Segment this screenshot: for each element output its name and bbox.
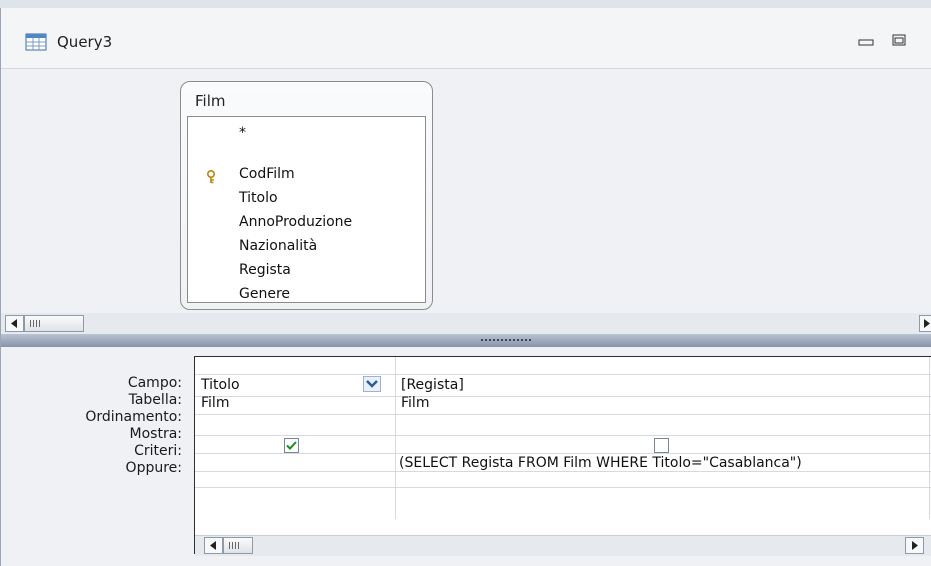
column1-campo[interactable]: Titolo — [201, 377, 240, 393]
check-icon — [286, 441, 297, 450]
grid-horizontal-scrollbar[interactable] — [195, 535, 931, 556]
maximize-icon[interactable] — [889, 32, 909, 48]
scroll-left-button[interactable] — [204, 537, 223, 554]
scroll-left-button[interactable] — [5, 315, 24, 332]
row-label-criteri: Criteri: — [134, 443, 182, 459]
row-label-mostra: Mostra: — [129, 426, 182, 442]
grid-divider — [195, 453, 931, 454]
grip-icon — [30, 320, 40, 327]
grid-divider — [195, 435, 931, 436]
scroll-thumb[interactable] — [223, 537, 253, 554]
minimize-icon[interactable] — [856, 32, 876, 48]
grid-divider — [195, 487, 931, 488]
window-title-bar[interactable]: Query3 — [1, 8, 931, 68]
film-table-box[interactable]: Film * CodFilm Titolo AnnoProduzione Naz… — [180, 81, 433, 310]
field-list-item[interactable]: Nazionalità — [239, 238, 317, 254]
grid-divider — [195, 396, 931, 397]
field-list-item[interactable]: Titolo — [239, 190, 278, 206]
grip-icon — [229, 542, 239, 549]
grid-divider — [195, 381, 931, 382]
column-divider — [929, 357, 930, 519]
primary-key-icon — [207, 170, 215, 184]
scroll-thumb[interactable] — [24, 315, 84, 332]
arrow-right-icon — [924, 319, 930, 328]
query-window: Query3 Film * CodFilm Titolo AnnoProduzi — [0, 8, 931, 566]
column2-tabella[interactable]: Film — [401, 395, 429, 411]
field-list[interactable]: * CodFilm Titolo AnnoProduzione Nazional… — [187, 116, 426, 303]
upper-horizontal-scrollbar[interactable] — [1, 313, 931, 334]
row-label-campo: Campo: — [127, 375, 182, 391]
table-design-pane[interactable]: Film * CodFilm Titolo AnnoProduzione Naz… — [1, 68, 931, 314]
grid-divider — [195, 471, 931, 472]
column1-tabella[interactable]: Film — [201, 395, 229, 411]
field-list-item[interactable]: Genere — [239, 286, 290, 302]
query-datasheet-icon — [25, 33, 47, 51]
table-name[interactable]: Film — [195, 92, 225, 110]
column2-criteri[interactable]: (SELECT Regista FROM Film WHERE Titolo="… — [399, 455, 802, 471]
column1-mostra-checkbox[interactable] — [284, 438, 299, 453]
query-grid-pane: Campo: Tabella: Ordinamento: Mostra: Cri… — [1, 347, 931, 566]
column-divider — [395, 357, 396, 519]
field-list-item[interactable]: CodFilm — [239, 166, 295, 182]
row-label-oppure: Oppure: — [125, 460, 182, 476]
window-title: Query3 — [57, 33, 113, 51]
field-list-item[interactable]: AnnoProduzione — [239, 214, 352, 230]
query-design-grid[interactable]: Titolo Film [Regista] Film (SELECT Regis… — [194, 356, 931, 556]
grid-divider — [195, 374, 931, 375]
splitter-grip-icon — [481, 339, 531, 341]
row-label-tabella: Tabella: — [128, 392, 182, 408]
arrow-left-icon — [210, 541, 216, 550]
grid-divider — [195, 414, 931, 415]
pane-splitter[interactable] — [1, 334, 931, 347]
row-label-ordinamento: Ordinamento: — [85, 409, 182, 425]
scroll-right-button[interactable] — [905, 537, 924, 554]
column2-mostra-checkbox[interactable] — [654, 438, 669, 453]
field-list-item[interactable]: Regista — [239, 262, 291, 278]
field-list-item[interactable]: * — [239, 125, 246, 141]
scroll-right-button[interactable] — [919, 315, 931, 332]
chevron-down-icon[interactable] — [363, 376, 381, 392]
column2-campo[interactable]: [Regista] — [401, 377, 464, 393]
arrow-left-icon — [11, 319, 17, 328]
arrow-right-icon — [912, 541, 918, 550]
